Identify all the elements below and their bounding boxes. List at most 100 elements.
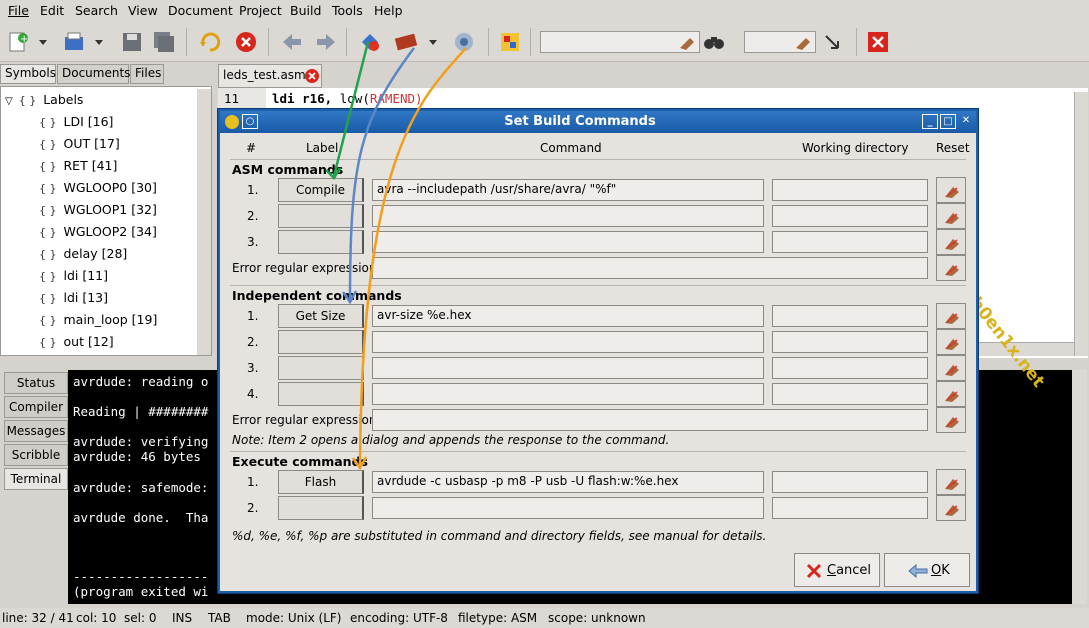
ok-button[interactable]: OK — [884, 553, 970, 587]
tree-item[interactable]: { } WGLOOP0 [30] — [39, 180, 157, 195]
command-field[interactable] — [372, 205, 764, 227]
tree-item[interactable]: { } OUT [17] — [39, 136, 120, 151]
forward-icon[interactable] — [314, 30, 338, 54]
label-button-get-size[interactable]: Get Size — [278, 304, 364, 328]
tab-symbols[interactable]: Symbols — [0, 64, 56, 84]
workdir-field[interactable] — [772, 179, 928, 201]
menu-file[interactable]: File — [8, 3, 29, 18]
chevron-down-icon[interactable] — [426, 30, 440, 54]
menu-help[interactable]: Help — [374, 3, 403, 18]
new-file-icon[interactable]: + — [6, 30, 30, 54]
tab-messages[interactable]: Messages — [4, 420, 68, 442]
reset-button[interactable] — [936, 407, 966, 433]
dialog-title-bar[interactable]: ○ Set Build Commands _ □ ✕ — [220, 111, 976, 133]
reset-button[interactable] — [936, 303, 966, 329]
label-button-flash[interactable]: Flash — [278, 470, 364, 494]
menu-build[interactable]: Build — [290, 3, 321, 18]
maximize-icon[interactable]: □ — [940, 114, 956, 129]
compile-icon[interactable] — [358, 30, 382, 54]
label-button[interactable] — [278, 496, 364, 520]
label-button[interactable] — [278, 330, 364, 354]
workdir-field[interactable] — [772, 497, 928, 519]
menu-document[interactable]: Document — [168, 3, 233, 18]
reset-button[interactable] — [936, 329, 966, 355]
tree-item[interactable]: { } out [12] — [39, 334, 114, 349]
workdir-field[interactable] — [772, 331, 928, 353]
menu-view[interactable]: View — [128, 3, 158, 18]
build-icon[interactable] — [394, 30, 418, 54]
minimize-icon[interactable]: _ — [922, 114, 938, 129]
tree-item[interactable]: { } main_loop [19] — [39, 312, 157, 327]
command-field[interactable]: avra --includepath /usr/share/avra/ "%f" — [372, 179, 764, 201]
workdir-field[interactable] — [772, 357, 928, 379]
workdir-field[interactable] — [772, 383, 928, 405]
tree-item[interactable]: { } WGLOOP2 [34] — [39, 224, 157, 239]
close-icon[interactable] — [234, 30, 258, 54]
open-file-icon[interactable] — [62, 30, 86, 54]
command-field[interactable] — [372, 331, 764, 353]
close-icon[interactable]: ✕ — [958, 114, 974, 129]
command-field[interactable] — [372, 383, 764, 405]
close-tab-icon[interactable] — [305, 69, 319, 86]
revert-icon[interactable] — [198, 30, 222, 54]
reset-button[interactable] — [936, 229, 966, 255]
tab-files[interactable]: Files — [130, 64, 164, 84]
label-button[interactable] — [278, 230, 364, 254]
command-field[interactable]: avr-size %e.hex — [372, 305, 764, 327]
workdir-field[interactable] — [772, 205, 928, 227]
save-icon[interactable] — [120, 30, 144, 54]
tree-item[interactable]: { } ldi [11] — [39, 268, 108, 283]
cancel-button[interactable]: Cancel — [794, 553, 880, 587]
chevron-down-icon[interactable] — [36, 30, 50, 54]
label-button[interactable] — [278, 204, 364, 228]
command-field[interactable] — [372, 357, 764, 379]
symbol-scrollbar[interactable] — [197, 89, 211, 355]
tab-documents[interactable]: Documents — [57, 64, 130, 84]
workdir-field[interactable] — [772, 471, 928, 493]
menu-search[interactable]: Search — [75, 3, 118, 18]
command-field[interactable] — [372, 231, 764, 253]
workdir-field[interactable] — [772, 305, 928, 327]
tab-terminal[interactable]: Terminal — [4, 468, 68, 490]
save-all-icon[interactable] — [152, 30, 176, 54]
reset-button[interactable] — [936, 203, 966, 229]
color-chooser-icon[interactable] — [498, 30, 522, 54]
command-field[interactable] — [372, 497, 764, 519]
reset-button[interactable] — [936, 255, 966, 281]
label-button-compile[interactable]: Compile — [278, 178, 364, 202]
jump-icon[interactable] — [820, 30, 844, 54]
menu-edit[interactable]: Edit — [40, 3, 64, 18]
command-field[interactable]: avrdude -c usbasp -p m8 -P usb -U flash:… — [372, 471, 764, 493]
clear-icon[interactable] — [676, 30, 700, 54]
tab-file[interactable]: leds_test.asm — [218, 64, 322, 88]
label-button[interactable] — [278, 356, 364, 380]
execute-icon[interactable] — [452, 30, 476, 54]
clear-icon[interactable] — [792, 30, 816, 54]
tree-item[interactable]: { } RET [41] — [39, 158, 117, 173]
tab-compiler[interactable]: Compiler — [4, 396, 68, 418]
tab-status[interactable]: Status — [4, 372, 68, 394]
terminal-scrollbar[interactable] — [1072, 370, 1087, 604]
menu-tools[interactable]: Tools — [332, 3, 363, 18]
quit-icon[interactable] — [866, 30, 890, 54]
find-icon[interactable] — [702, 30, 726, 54]
error-regex-field[interactable] — [372, 409, 928, 431]
editor-scrollbar[interactable] — [1074, 92, 1088, 356]
menu-project[interactable]: Project — [239, 3, 282, 18]
reset-button[interactable] — [936, 381, 966, 407]
tree-item[interactable]: { } WGLOOP1 [32] — [39, 202, 157, 217]
tab-scribble[interactable]: Scribble — [4, 444, 68, 466]
workdir-field[interactable] — [772, 231, 928, 253]
error-regex-field[interactable] — [372, 257, 928, 279]
chevron-down-icon[interactable] — [92, 30, 106, 54]
reset-button[interactable] — [936, 495, 966, 521]
back-icon[interactable] — [280, 30, 304, 54]
tree-item[interactable]: { } ldi [13] — [39, 290, 108, 305]
label-button[interactable] — [278, 382, 364, 406]
tree-root[interactable]: ▽{ } Labels — [5, 92, 83, 107]
tree-item[interactable]: { } LDI [16] — [39, 114, 113, 129]
reset-button[interactable] — [936, 469, 966, 495]
reset-button[interactable] — [936, 177, 966, 203]
tree-item[interactable]: { } delay [28] — [39, 246, 127, 261]
reset-button[interactable] — [936, 355, 966, 381]
